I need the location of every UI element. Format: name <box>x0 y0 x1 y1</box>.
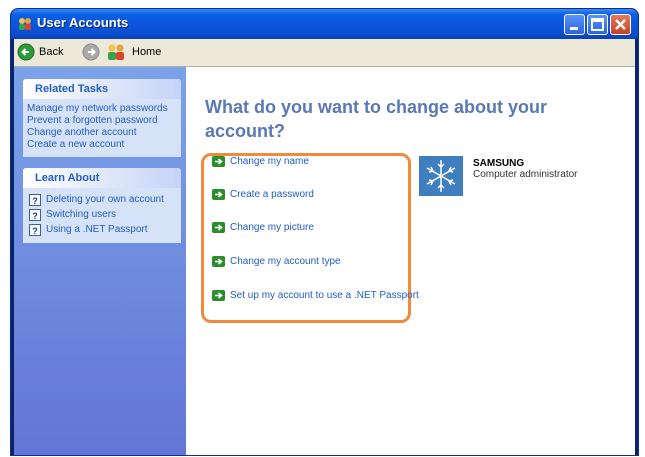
task-manage-network-passwords[interactable]: Manage my network passwords <box>23 103 181 115</box>
task-change-another-account[interactable]: Change another account <box>23 127 181 139</box>
learn-label: Deleting your own account <box>46 194 164 205</box>
user-accounts-window: User Accounts Back Home Related Tasks Ma… <box>11 9 638 455</box>
learn-switching-users[interactable]: ? Switching users <box>23 207 181 222</box>
minimize-icon <box>570 27 578 30</box>
green-arrow-icon <box>212 221 225 233</box>
option-change-account-type[interactable]: Change my account type <box>212 254 341 268</box>
user-accounts-icon <box>19 18 31 30</box>
green-arrow-icon <box>212 289 225 301</box>
back-button[interactable]: Back <box>17 42 63 62</box>
learn-label: Switching users <box>46 209 117 220</box>
home-users-icon <box>108 44 124 60</box>
related-tasks-heading[interactable]: Related Tasks <box>23 79 181 99</box>
page-title: What do you want to change about your ac… <box>205 97 547 141</box>
help-icon: ? <box>29 208 41 221</box>
option-setup-net-passport[interactable]: Set up my account to use a .NET Passport <box>212 288 419 302</box>
snowflake-icon <box>426 160 456 192</box>
green-arrow-icon <box>212 255 225 267</box>
user-picture[interactable] <box>419 156 463 196</box>
task-pane: Related Tasks Manage my network password… <box>14 67 186 455</box>
home-button[interactable]: Home <box>106 42 161 62</box>
user-role: Computer administrator <box>473 169 578 180</box>
option-label: Change my picture <box>230 221 314 233</box>
help-icon: ? <box>29 193 41 206</box>
title-bar[interactable]: User Accounts <box>11 9 638 39</box>
learn-net-passport[interactable]: ? Using a .NET Passport <box>23 222 181 237</box>
option-label: Set up my account to use a .NET Passport <box>230 289 419 301</box>
user-name: SAMSUNG <box>473 158 525 169</box>
green-arrow-icon <box>212 155 225 167</box>
learn-deleting-account[interactable]: ? Deleting your own account <box>23 192 181 207</box>
task-create-new-account[interactable]: Create a new account <box>23 139 181 151</box>
back-arrow-icon <box>17 43 35 61</box>
option-label: Change my name <box>230 155 309 167</box>
content-area: Related Tasks Manage my network password… <box>14 67 635 455</box>
learn-about-panel: Learn About ? Deleting your own account … <box>23 168 181 243</box>
green-arrow-icon <box>212 188 225 200</box>
task-prevent-forgotten-password[interactable]: Prevent a forgotten password <box>23 115 181 127</box>
navigation-toolbar: Back Home <box>14 39 635 67</box>
learn-label: Using a .NET Passport <box>46 224 148 235</box>
option-change-name[interactable]: Change my name <box>212 154 309 168</box>
back-label: Back <box>39 46 64 58</box>
close-icon <box>615 19 626 30</box>
forward-arrow-icon <box>82 43 100 61</box>
maximize-button[interactable] <box>587 14 608 35</box>
maximize-icon <box>591 18 604 31</box>
window-title: User Accounts <box>37 15 129 30</box>
forward-button[interactable] <box>82 42 100 62</box>
learn-about-heading[interactable]: Learn About <box>23 168 181 188</box>
option-change-picture[interactable]: Change my picture <box>212 220 314 234</box>
option-create-password[interactable]: Create a password <box>212 187 314 201</box>
close-button[interactable] <box>610 14 631 35</box>
minimize-button[interactable] <box>564 14 585 35</box>
option-label: Change my account type <box>230 255 341 267</box>
home-label: Home <box>132 46 162 58</box>
option-label: Create a password <box>230 188 314 200</box>
help-icon: ? <box>29 223 41 236</box>
related-tasks-panel: Related Tasks Manage my network password… <box>23 79 181 157</box>
